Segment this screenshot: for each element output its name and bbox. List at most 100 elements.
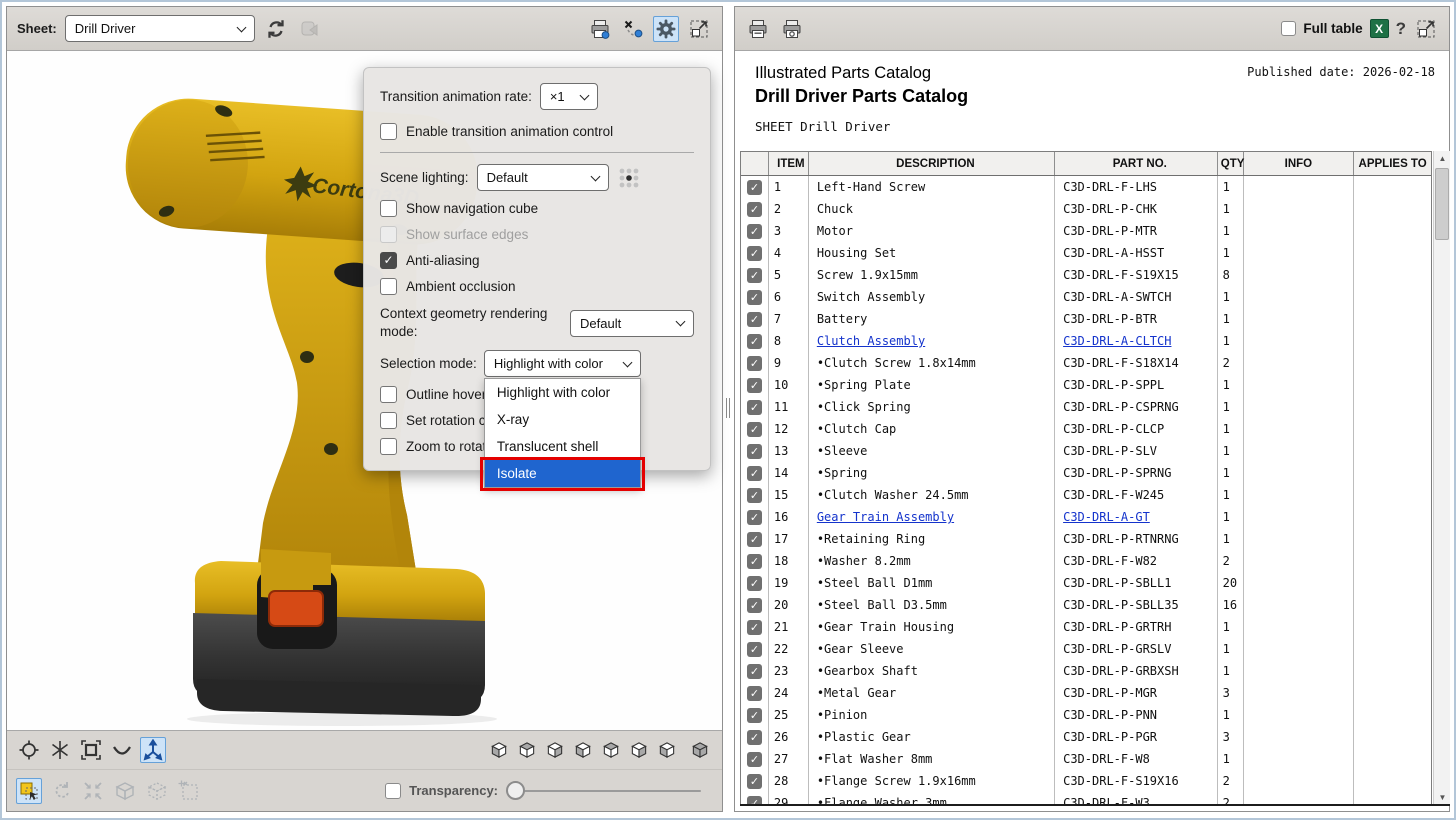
row-visibility-checkbox[interactable]: ✓ — [741, 198, 769, 220]
row-visibility-checkbox[interactable]: ✓ — [741, 330, 769, 352]
checked-checkbox-icon[interactable]: ✓ — [747, 202, 762, 217]
table-row[interactable]: ✓2ChuckC3D-DRL-P-CHK1 — [741, 198, 1431, 220]
slider-knob[interactable] — [506, 781, 525, 800]
table-row[interactable]: ✓23•Gearbox ShaftC3D-DRL-P-GRBXSH1 — [741, 660, 1431, 682]
row-visibility-checkbox[interactable]: ✓ — [741, 440, 769, 462]
row-visibility-checkbox[interactable]: ✓ — [741, 286, 769, 308]
checked-checkbox-icon[interactable]: ✓ — [747, 312, 762, 327]
scroll-down-button[interactable]: ▼ — [1434, 790, 1450, 806]
table-row[interactable]: ✓24•Metal GearC3D-DRL-P-MGR3 — [741, 682, 1431, 704]
row-visibility-checkbox[interactable]: ✓ — [741, 660, 769, 682]
full-table-checkbox[interactable] — [1281, 21, 1296, 36]
dropdown-option[interactable]: Translucent shell — [485, 433, 640, 460]
transparency-checkbox[interactable] — [385, 783, 401, 799]
checked-checkbox-icon[interactable]: ✓ — [747, 774, 762, 789]
refresh-button[interactable] — [263, 16, 289, 42]
checked-checkbox-icon[interactable]: ✓ — [747, 620, 762, 635]
transparency-slider[interactable] — [506, 781, 701, 801]
table-row[interactable]: ✓12•Clutch CapC3D-DRL-P-CLCP1 — [741, 418, 1431, 440]
print-catalog-button[interactable] — [745, 16, 771, 42]
table-row[interactable]: ✓14•SpringC3D-DRL-P-SPRNG1 — [741, 462, 1431, 484]
view-cube-icon[interactable] — [514, 737, 540, 763]
scroll-up-button[interactable]: ▲ — [1434, 151, 1450, 167]
dropdown-option[interactable]: Isolate — [485, 460, 640, 487]
table-row[interactable]: ✓6Switch AssemblyC3D-DRL-A-SWTCH1 — [741, 286, 1431, 308]
sheet-select[interactable]: Drill Driver — [65, 15, 255, 42]
checked-checkbox-icon[interactable]: ✓ — [747, 576, 762, 591]
table-row[interactable]: ✓9•Clutch Screw 1.8x14mmC3D-DRL-F-S18X14… — [741, 352, 1431, 374]
checked-checkbox-icon[interactable]: ✓ — [747, 686, 762, 701]
row-visibility-checkbox[interactable]: ✓ — [741, 726, 769, 748]
view-cube-icon[interactable] — [570, 737, 596, 763]
checked-checkbox-icon[interactable]: ✓ — [747, 642, 762, 657]
table-row[interactable]: ✓20•Steel Ball D3.5mmC3D-DRL-P-SBLL3516 — [741, 594, 1431, 616]
dropdown-option[interactable]: X-ray — [485, 406, 640, 433]
table-row[interactable]: ✓11•Click SpringC3D-DRL-P-CSPRNG1 — [741, 396, 1431, 418]
row-visibility-checkbox[interactable]: ✓ — [741, 550, 769, 572]
table-row[interactable]: ✓26•Plastic GearC3D-DRL-P-PGR3 — [741, 726, 1431, 748]
checked-checkbox-icon[interactable]: ✓ — [747, 356, 762, 371]
checked-checkbox-icon[interactable]: ✓ — [747, 290, 762, 305]
table-row[interactable]: ✓13•SleeveC3D-DRL-P-SLV1 — [741, 440, 1431, 462]
row-visibility-checkbox[interactable]: ✓ — [741, 792, 769, 806]
fullscreen-table-button[interactable] — [1413, 16, 1439, 42]
part-no-link[interactable]: C3D-DRL-A-CLTCH — [1055, 330, 1218, 352]
isometric-view-icon[interactable] — [687, 737, 713, 763]
snapshot-button[interactable] — [620, 16, 646, 42]
row-visibility-checkbox[interactable]: ✓ — [741, 638, 769, 660]
checked-checkbox-icon[interactable]: ✓ — [747, 422, 762, 437]
row-visibility-checkbox[interactable]: ✓ — [741, 770, 769, 792]
checked-checkbox-icon[interactable]: ✓ — [747, 246, 762, 261]
checked-checkbox-icon[interactable]: ✓ — [747, 554, 762, 569]
pan-button[interactable] — [47, 737, 73, 763]
export-excel-button[interactable]: X — [1370, 19, 1389, 38]
checked-checkbox-icon[interactable]: ✓ — [747, 180, 762, 195]
enable-transition-checkbox[interactable]: Enable transition animation control — [380, 123, 694, 140]
row-visibility-checkbox[interactable]: ✓ — [741, 704, 769, 726]
row-visibility-checkbox[interactable]: ✓ — [741, 506, 769, 528]
table-row[interactable]: ✓3MotorC3D-DRL-P-MTR1 — [741, 220, 1431, 242]
view-cube-icon[interactable] — [654, 737, 680, 763]
panel-splitter[interactable] — [723, 6, 734, 812]
rotation-center-button[interactable] — [16, 737, 42, 763]
row-visibility-checkbox[interactable]: ✓ — [741, 682, 769, 704]
scene-lighting-select[interactable]: Default — [477, 164, 609, 191]
row-visibility-checkbox[interactable]: ✓ — [741, 308, 769, 330]
walk-mode-button[interactable] — [140, 737, 166, 763]
table-row[interactable]: ✓10•Spring PlateC3D-DRL-P-SPPL1 — [741, 374, 1431, 396]
table-row[interactable]: ✓17•Retaining RingC3D-DRL-P-RTNRNG1 — [741, 528, 1431, 550]
checked-checkbox-icon[interactable]: ✓ — [747, 444, 762, 459]
view-cube-icon[interactable] — [598, 737, 624, 763]
selection-mode-select[interactable]: Highlight with color — [484, 350, 641, 377]
row-visibility-checkbox[interactable]: ✓ — [741, 418, 769, 440]
checked-checkbox-icon[interactable]: ✓ — [747, 268, 762, 283]
table-row[interactable]: ✓1Left-Hand ScrewC3D-DRL-F-LHS1 — [741, 176, 1431, 198]
checked-checkbox-icon[interactable]: ✓ — [747, 730, 762, 745]
table-row[interactable]: ✓22•Gear SleeveC3D-DRL-P-GRSLV1 — [741, 638, 1431, 660]
checked-checkbox-icon[interactable]: ✓ — [747, 378, 762, 393]
view-cube-icon[interactable] — [626, 737, 652, 763]
table-row[interactable]: ✓5Screw 1.9x15mmC3D-DRL-F-S19X158 — [741, 264, 1431, 286]
scrollbar-thumb[interactable] — [1435, 168, 1449, 240]
row-visibility-checkbox[interactable]: ✓ — [741, 748, 769, 770]
transition-rate-select[interactable]: ×1 — [540, 83, 598, 110]
table-row[interactable]: ✓8Clutch AssemblyC3D-DRL-A-CLTCH1 — [741, 330, 1431, 352]
description-link[interactable]: Gear Train Assembly — [809, 506, 1055, 528]
context-mode-select[interactable]: Default — [570, 310, 694, 337]
settings-button[interactable] — [653, 16, 679, 42]
popup-toggle[interactable]: ✓Anti-aliasing — [380, 252, 694, 269]
table-row[interactable]: ✓4Housing SetC3D-DRL-A-HSST1 — [741, 242, 1431, 264]
fit-view-button[interactable] — [78, 737, 104, 763]
checked-checkbox-icon[interactable]: ✓ — [747, 664, 762, 679]
checked-checkbox-icon[interactable]: ✓ — [747, 532, 762, 547]
select-tool-button[interactable] — [16, 778, 42, 804]
row-visibility-checkbox[interactable]: ✓ — [741, 594, 769, 616]
table-row[interactable]: ✓7BatteryC3D-DRL-P-BTR1 — [741, 308, 1431, 330]
table-row[interactable]: ✓27•Flat Washer 8mmC3D-DRL-F-W81 — [741, 748, 1431, 770]
checked-checkbox-icon[interactable]: ✓ — [747, 510, 762, 525]
checked-checkbox-icon[interactable]: ✓ — [747, 598, 762, 613]
popup-toggle[interactable]: Ambient occlusion — [380, 278, 694, 295]
table-row[interactable]: ✓28•Flange Screw 1.9x16mmC3D-DRL-F-S19X1… — [741, 770, 1431, 792]
description-link[interactable]: Clutch Assembly — [809, 330, 1055, 352]
table-row[interactable]: ✓29•Flange Washer 3mmC3D-DRL-F-W32 — [741, 792, 1431, 806]
